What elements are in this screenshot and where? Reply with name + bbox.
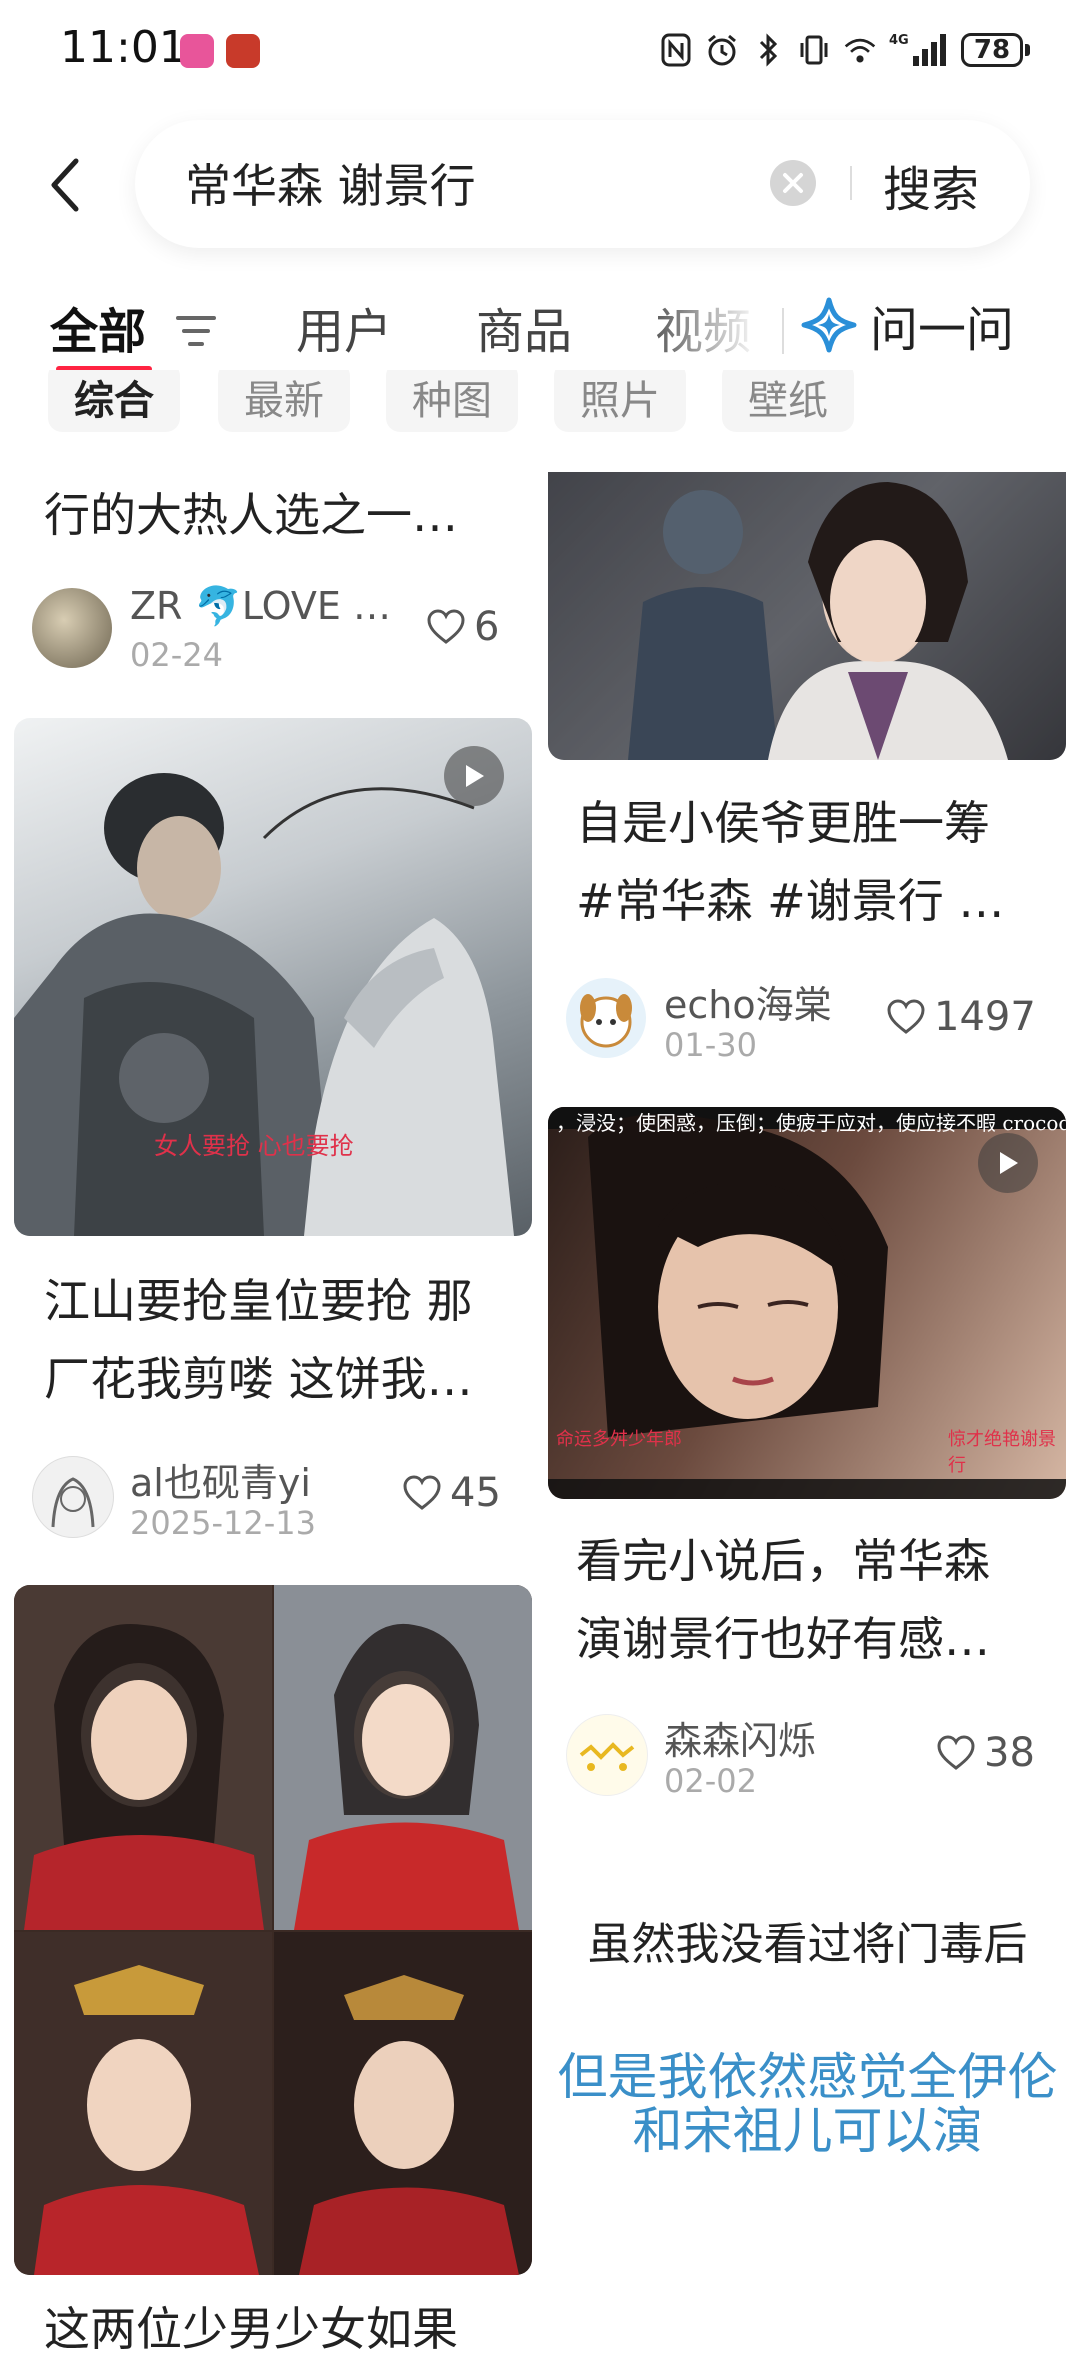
like-button[interactable]: 38	[936, 1730, 1035, 1776]
chip-featured-images[interactable]: 种图	[386, 370, 518, 432]
vibrate-icon	[797, 30, 831, 70]
chip-wallpapers[interactable]: 壁纸	[722, 370, 854, 432]
video-caption-right: 惊才绝艳谢景行	[948, 1429, 1056, 1476]
note-meta: 森森闪烁 02-02 38	[566, 1714, 1056, 1804]
tab-users[interactable]: 用户	[296, 292, 392, 362]
category-tabs: 全部 用户 商品 视频 问一问	[0, 280, 1080, 380]
post-date: 02-24	[130, 636, 223, 674]
post-date: 02-02	[664, 1762, 757, 1800]
filter-icon[interactable]	[176, 314, 216, 352]
battery-indicator: 78	[961, 33, 1023, 67]
wifi-icon	[843, 30, 877, 70]
note-title-line[interactable]: 厂花我剪喽 这饼我…	[44, 1340, 473, 1418]
tab-all[interactable]: 全部	[50, 292, 146, 362]
like-button[interactable]: 45	[402, 1470, 501, 1516]
ask-button[interactable]: 问一问	[800, 290, 1014, 360]
video-caption: 女人要抢 心也要抢	[154, 1132, 354, 1160]
nfc-icon	[659, 30, 693, 70]
author-name[interactable]: al也砚青yi	[130, 1452, 311, 1507]
note-title-line[interactable]: 这两位少男少女如果	[44, 2290, 458, 2368]
search-bar: 常华森 谢景行 搜索	[135, 120, 1030, 248]
ask-label: 问一问	[870, 302, 1015, 358]
video-caption-left: 命运多舛少年郎	[556, 1429, 682, 1450]
video-cover[interactable]: ，浸没；使困惑，压倒；使疲于应对，使应接不暇 crocodi 命运多舛少年郎 惊…	[548, 1107, 1066, 1499]
battery-level: 78	[973, 35, 1011, 65]
like-button[interactable]: 6	[426, 604, 499, 650]
chevron-left-icon	[51, 158, 79, 212]
heart-icon	[403, 1475, 441, 1510]
like-count: 6	[474, 604, 500, 650]
author-name[interactable]: ZR 🐬LOVE …	[130, 584, 391, 629]
note-title-line[interactable]: 看完小说后，常华森	[576, 1522, 990, 1600]
like-count: 1497	[934, 994, 1036, 1040]
avatar[interactable]	[32, 588, 112, 668]
ai-assistant-icon	[801, 297, 857, 353]
note-title-line[interactable]: 自是小侯爷更胜一筹	[576, 784, 990, 862]
status-bar: 11:01 4G 78	[0, 0, 1080, 110]
clear-search-button[interactable]	[770, 160, 816, 206]
heart-icon	[887, 999, 925, 1034]
note-meta: al也砚青yi 2025-12-13 45	[32, 1456, 512, 1546]
avatar[interactable]	[566, 978, 646, 1058]
network-type: 4G	[889, 33, 909, 48]
post-date: 2025-12-13	[130, 1504, 316, 1542]
photo-collage[interactable]	[14, 1585, 532, 2275]
app-notification-icon	[180, 34, 214, 68]
heart-icon	[937, 1735, 975, 1770]
alarm-icon	[705, 30, 739, 70]
note-meta: echo海棠 01-30 1497	[566, 978, 1056, 1068]
back-button[interactable]	[48, 150, 98, 220]
cover-image	[548, 472, 1066, 760]
note-title-line[interactable]: #常华森 #谢景行 …	[576, 862, 1004, 940]
note-meta: ZR 🐬LOVE … 02-24 6	[32, 584, 512, 678]
play-button[interactable]	[444, 746, 504, 806]
photo-cover[interactable]	[548, 472, 1066, 760]
video-cover[interactable]: 女人要抢 心也要抢	[14, 718, 532, 1236]
search-button[interactable]: 搜索	[883, 150, 979, 220]
tab-products[interactable]: 商品	[476, 292, 572, 362]
text-note-line[interactable]: 虽然我没看过将门毒后	[545, 1920, 1070, 1970]
chip-latest[interactable]: 最新	[218, 370, 350, 432]
avatar[interactable]	[566, 1714, 648, 1796]
divider	[850, 166, 852, 200]
play-icon	[1000, 1152, 1018, 1174]
bluetooth-icon	[751, 30, 785, 70]
note-title-line[interactable]: 演谢景行也好有感…	[576, 1600, 990, 1678]
tab-scroll-fade	[640, 280, 790, 380]
text-note-highlight[interactable]: 但是我依然感觉全伊伦和宋祖儿可以演	[545, 2050, 1070, 2158]
heart-icon	[427, 609, 465, 644]
avatar[interactable]	[32, 1456, 114, 1538]
like-count: 38	[984, 1730, 1035, 1776]
note-title-line[interactable]: 江山要抢皇位要抢 那	[44, 1262, 473, 1340]
status-time: 11:01	[60, 22, 187, 73]
app-notification-icon	[226, 34, 260, 68]
note-title[interactable]: 行的大热人选之一…	[44, 476, 458, 554]
author-name[interactable]: echo海棠	[664, 974, 832, 1029]
chip-comprehensive[interactable]: 综合	[48, 370, 180, 432]
divider	[782, 308, 784, 354]
author-name[interactable]: 森森闪烁	[664, 1710, 816, 1765]
post-date: 01-30	[664, 1026, 757, 1064]
like-button[interactable]: 1497	[886, 994, 1036, 1040]
like-count: 45	[450, 1470, 501, 1516]
video-subtitle-top: ，浸没；使困惑，压倒；使疲于应对，使应接不暇 crocodi	[556, 1111, 1066, 1135]
play-icon	[466, 765, 484, 787]
cover-image	[14, 1585, 532, 2275]
search-input[interactable]: 常华森 谢景行	[185, 150, 745, 216]
play-button[interactable]	[978, 1133, 1038, 1193]
chip-photos[interactable]: 照片	[554, 370, 686, 432]
cellular-signal-icon: 4G	[889, 30, 949, 70]
close-icon	[783, 173, 803, 193]
sort-chips: 综合 最新 种图 照片 壁纸	[0, 370, 1080, 442]
